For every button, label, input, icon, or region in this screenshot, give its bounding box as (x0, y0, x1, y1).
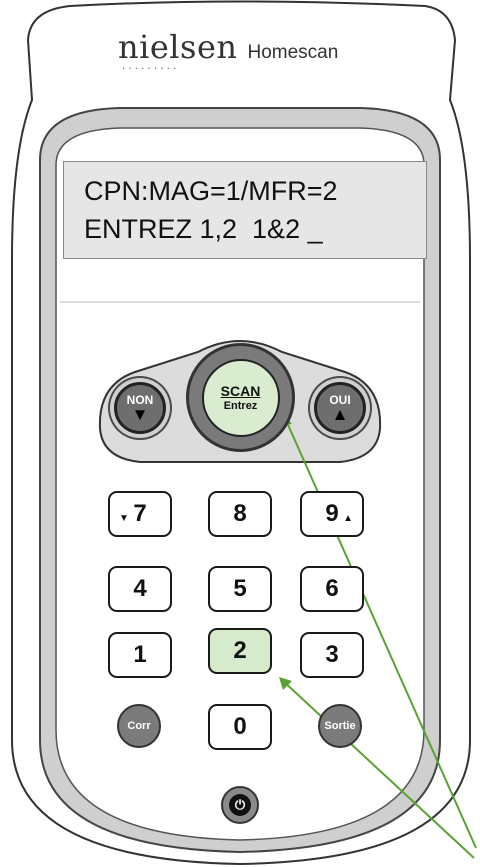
key-8[interactable]: 8 (208, 491, 272, 537)
key-3[interactable]: 3 (300, 632, 364, 678)
sortie-button[interactable]: Sortie (318, 704, 362, 748)
key-1-label: 1 (133, 641, 147, 668)
key-2-label: 2 (233, 637, 247, 664)
brand-logo-dots: ········· (122, 64, 180, 75)
brand-header: nielsen ········· Homescan (118, 28, 378, 75)
arrow-up-small-icon: ▲ (343, 513, 353, 524)
key-2[interactable]: 2 (208, 628, 272, 674)
key-5-label: 5 (233, 575, 247, 602)
power-button[interactable]: ⏻ (221, 786, 259, 824)
oui-button[interactable]: OUI ▲ (314, 382, 366, 434)
key-6-label: 6 (325, 575, 339, 602)
key-9[interactable]: 9 ▲ (300, 491, 364, 537)
scan-button-sublabel: Entrez (223, 399, 258, 412)
key-8-label: 8 (233, 500, 247, 527)
key-7-label: 7 (133, 500, 147, 527)
corr-button[interactable]: Corr (117, 704, 161, 748)
triangle-down-icon: ▼ (131, 404, 149, 424)
non-button[interactable]: NON ▼ (114, 382, 166, 434)
triangle-up-icon: ▲ (331, 404, 349, 424)
sortie-button-label: Sortie (324, 720, 356, 732)
key-5[interactable]: 5 (208, 566, 272, 612)
power-icon: ⏻ (229, 794, 251, 816)
key-4-label: 4 (133, 575, 147, 602)
key-3-label: 3 (325, 641, 339, 668)
key-6[interactable]: 6 (300, 566, 364, 612)
corr-button-label: Corr (127, 720, 151, 732)
scan-button-face: SCAN Entrez (201, 358, 280, 437)
scan-enter-button[interactable]: SCAN Entrez (186, 343, 295, 452)
arrow-down-small-icon: ▼ (119, 513, 129, 524)
key-0[interactable]: 0 (208, 704, 272, 750)
key-9-label: 9 (325, 500, 339, 527)
lcd-display: CPN:MAG=1/MFR=2 ENTREZ 1,2 1&2 _ (63, 161, 427, 259)
key-0-label: 0 (233, 713, 247, 740)
scan-button-label: SCAN (220, 382, 261, 399)
key-1[interactable]: 1 (108, 632, 172, 678)
brand-logo: nielsen (118, 28, 238, 66)
lcd-line-2: ENTREZ 1,2 1&2 _ (84, 214, 323, 244)
lcd-line-1: CPN:MAG=1/MFR=2 (84, 176, 338, 206)
key-4[interactable]: 4 (108, 566, 172, 612)
key-7[interactable]: ▼ 7 (108, 491, 172, 537)
product-name: Homescan (247, 42, 339, 63)
